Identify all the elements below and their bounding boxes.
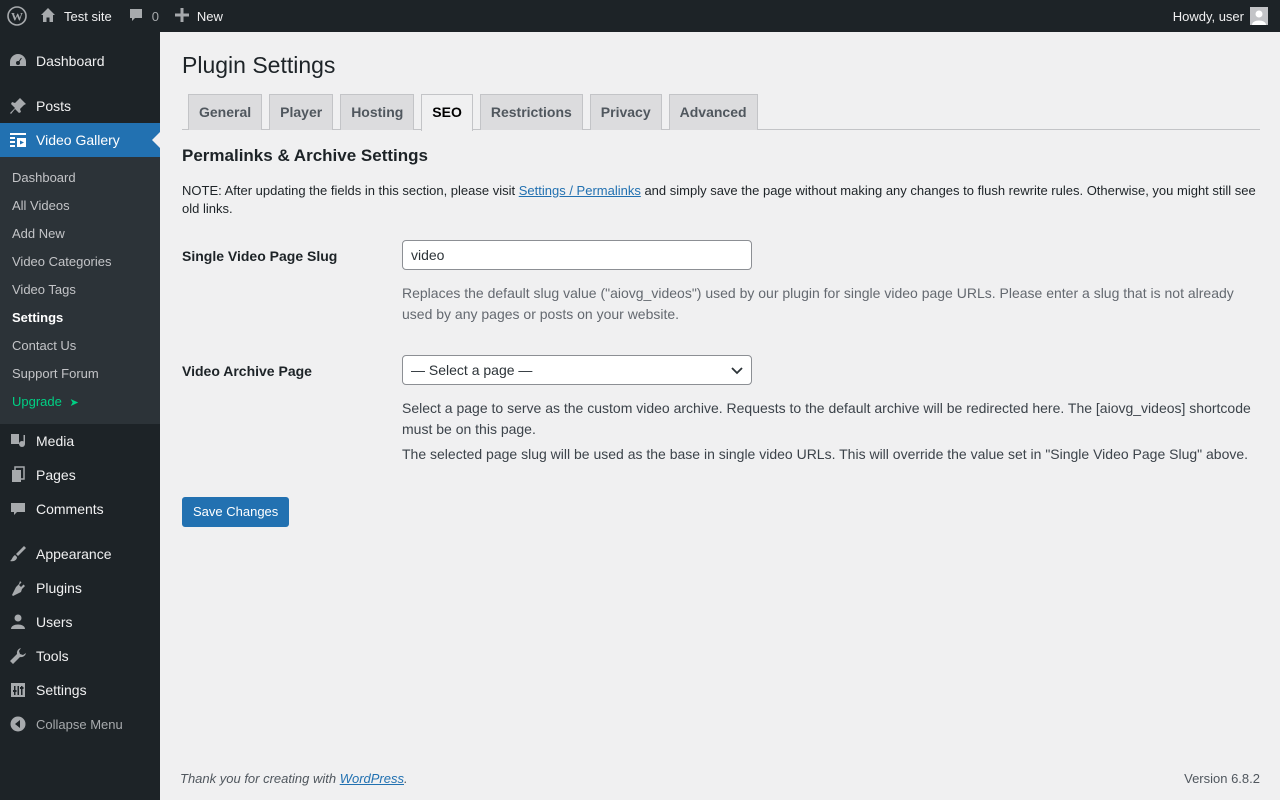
slug-input[interactable]: video <box>402 240 752 270</box>
greeting-text: Howdy, user <box>1172 8 1244 24</box>
menu-comments[interactable]: Comments <box>0 492 160 526</box>
home-icon <box>40 7 56 26</box>
menu-comments-label: Comments <box>36 501 104 517</box>
upgrade-arrow-icon: ➤ <box>69 397 79 409</box>
submenu-contact-us[interactable]: Contact Us <box>0 332 160 360</box>
tab-privacy[interactable]: Privacy <box>589 94 662 130</box>
menu-users-label: Users <box>36 614 73 630</box>
menu-appearance[interactable]: Appearance <box>0 537 160 571</box>
comments-icon <box>0 500 36 518</box>
site-name-label: Test site <box>64 8 112 24</box>
menu-settings[interactable]: Settings <box>0 673 160 707</box>
slug-description: Replaces the default slug value ("aiovg_… <box>402 285 1234 322</box>
submenu-add-new[interactable]: Add New <box>0 220 160 248</box>
collapse-arrow-icon <box>0 716 36 732</box>
wordpress-logo-icon[interactable]: W <box>0 0 34 32</box>
footer-thanks-prefix: Thank you for creating with <box>180 771 340 786</box>
collapse-menu-label: Collapse Menu <box>36 716 123 732</box>
admin-bar: W Test site 0 New Howdy, user <box>0 0 1280 32</box>
submenu-video-tags[interactable]: Video Tags <box>0 276 160 304</box>
menu-media[interactable]: Media <box>0 424 160 458</box>
comments-link[interactable]: 0 <box>120 0 167 32</box>
menu-video-gallery-label: Video Gallery <box>36 132 120 148</box>
menu-video-gallery[interactable]: Video Gallery <box>0 123 160 157</box>
comment-bubble-icon <box>128 7 144 26</box>
menu-tools-label: Tools <box>36 648 69 664</box>
pages-icon <box>0 466 36 484</box>
slug-row: Single Video Page Slug video Replaces th… <box>182 240 1260 325</box>
submenu-settings[interactable]: Settings <box>0 304 160 332</box>
submenu-video-categories[interactable]: Video Categories <box>0 248 160 276</box>
video-gallery-icon <box>0 131 36 149</box>
menu-posts[interactable]: Posts <box>0 89 160 123</box>
submenu-support-forum[interactable]: Support Forum <box>0 360 160 388</box>
wordpress-link[interactable]: WordPress <box>340 771 404 786</box>
menu-appearance-label: Appearance <box>36 546 112 562</box>
archive-description-1: Select a page to serve as the custom vid… <box>402 400 1251 437</box>
menu-users[interactable]: Users <box>0 605 160 639</box>
menu-pages[interactable]: Pages <box>0 458 160 492</box>
archive-row: Video Archive Page — Select a page — Sel… <box>182 355 1260 465</box>
user-avatar-icon <box>1250 7 1268 25</box>
wrench-icon <box>0 647 36 665</box>
menu-tools[interactable]: Tools <box>0 639 160 673</box>
submenu-upgrade-label: Upgrade <box>12 394 62 409</box>
section-title: Permalinks & Archive Settings <box>182 146 428 165</box>
settings-tabs: General Player Hosting SEO Restrictions … <box>182 94 1260 131</box>
comments-count: 0 <box>151 8 159 24</box>
page-title: Plugin Settings <box>182 52 336 78</box>
slug-label: Single Video Page Slug <box>182 248 338 264</box>
footer-version: Version 6.8.2 <box>1184 771 1260 786</box>
tab-general[interactable]: General <box>188 94 263 130</box>
menu-dashboard-label: Dashboard <box>36 53 105 69</box>
tab-advanced[interactable]: Advanced <box>668 94 758 130</box>
footer-thanks: Thank you for creating with WordPress. <box>180 771 408 786</box>
collapse-menu-button[interactable]: Collapse Menu <box>0 707 160 741</box>
account-menu[interactable]: Howdy, user <box>1173 0 1280 32</box>
tab-player[interactable]: Player <box>269 94 334 130</box>
footer-thanks-suffix: . <box>404 771 408 786</box>
archive-selected-value: — Select a page — <box>411 362 533 378</box>
settings-permalinks-link[interactable]: Settings / Permalinks <box>519 183 641 198</box>
menu-plugins[interactable]: Plugins <box>0 571 160 605</box>
plug-icon <box>0 579 36 597</box>
user-icon <box>0 613 36 631</box>
archive-page-select[interactable]: — Select a page — <box>402 355 752 385</box>
permalinks-note: NOTE: After updating the fields in this … <box>182 182 1260 218</box>
media-icon <box>0 432 36 450</box>
dashboard-icon <box>0 52 36 70</box>
svg-text:W: W <box>11 10 23 24</box>
new-label: New <box>196 8 223 24</box>
tab-seo[interactable]: SEO <box>421 94 473 131</box>
paintbrush-icon <box>0 545 36 563</box>
note-prefix: NOTE: After updating the fields in this … <box>182 183 519 198</box>
footer: Thank you for creating with WordPress. V… <box>180 771 1260 786</box>
menu-posts-label: Posts <box>36 98 72 114</box>
site-name-link[interactable]: Test site <box>34 0 120 32</box>
admin-sidebar: Dashboard Posts Video Gallery Dashboard … <box>0 32 160 800</box>
menu-dashboard[interactable]: Dashboard <box>0 44 160 78</box>
submenu-all-videos[interactable]: All Videos <box>0 192 160 220</box>
submenu-upgrade[interactable]: Upgrade ➤ <box>0 388 160 416</box>
menu-settings-label: Settings <box>36 682 87 698</box>
new-content-button[interactable]: New <box>167 0 231 32</box>
archive-description-2: The selected page slug will be used as t… <box>402 446 1249 462</box>
menu-pages-label: Pages <box>36 467 76 483</box>
video-gallery-submenu: Dashboard All Videos Add New Video Categ… <box>0 157 160 424</box>
save-changes-button[interactable]: Save Changes <box>182 497 290 527</box>
tab-hosting[interactable]: Hosting <box>340 94 415 130</box>
menu-plugins-label: Plugins <box>36 580 82 596</box>
plus-icon <box>174 7 189 25</box>
pushpin-icon <box>0 97 36 115</box>
settings-icon <box>0 681 36 699</box>
chevron-down-icon <box>731 356 743 384</box>
tab-restrictions[interactable]: Restrictions <box>479 94 583 130</box>
submenu-dashboard[interactable]: Dashboard <box>0 164 160 192</box>
main-content: Plugin Settings General Player Hosting S… <box>182 32 1260 527</box>
archive-label: Video Archive Page <box>182 363 312 379</box>
menu-media-label: Media <box>36 433 75 449</box>
